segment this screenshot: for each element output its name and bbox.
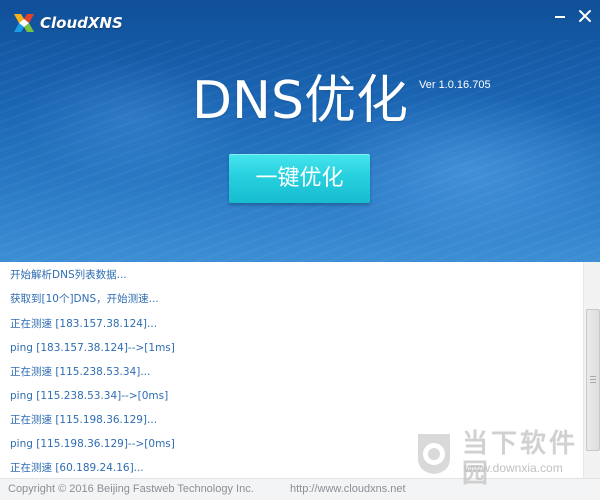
- cloudxns-logo-icon: [14, 14, 34, 32]
- log-line: 正在测速 [183.157.38.124]...: [10, 318, 158, 330]
- minimize-icon: [555, 16, 565, 18]
- one-click-optimize-button[interactable]: 一键优化: [229, 154, 370, 203]
- watermark: 当下软件园 www.downxia.com: [412, 428, 590, 489]
- watermark-logo-icon: [418, 434, 450, 474]
- scrollbar-grip: [590, 379, 596, 380]
- log-line: ping [183.157.38.124]-->[1ms]: [10, 342, 175, 354]
- log-line: 获取到[10个]DNS，开始测速...: [10, 293, 159, 305]
- log-line: 正在测速 [115.238.53.34]...: [10, 366, 151, 378]
- app-name: CloudXNS: [40, 14, 123, 32]
- page-title: DNS优化: [192, 71, 408, 131]
- scrollbar-grip: [590, 376, 596, 377]
- scrollbar-grip: [590, 382, 596, 383]
- app-logo: CloudXNS: [12, 11, 123, 35]
- log-line: ping [115.238.53.34]-->[0ms]: [10, 390, 169, 402]
- header-banner: CloudXNS DNS优化 Ver 1.0.16.705 一键优化: [0, 0, 600, 262]
- watermark-url: www.downxia.com: [464, 461, 563, 475]
- log-line: 正在测速 [115.198.36.129]...: [10, 414, 158, 426]
- app-window: CloudXNS DNS优化 Ver 1.0.16.705 一键优化 开始解析D…: [0, 0, 600, 500]
- version-label: Ver 1.0.16.705: [419, 79, 491, 91]
- website-link[interactable]: http://www.cloudxns.net: [290, 479, 406, 500]
- copyright-text: Copyright © 2016 Beijing Fastweb Technol…: [8, 483, 254, 495]
- log-line: 开始解析DNS列表数据...: [10, 269, 127, 281]
- watermark-name: 当下软件园: [462, 429, 579, 489]
- minimize-button[interactable]: [550, 6, 570, 26]
- close-icon: [579, 10, 591, 22]
- close-button[interactable]: [575, 6, 595, 26]
